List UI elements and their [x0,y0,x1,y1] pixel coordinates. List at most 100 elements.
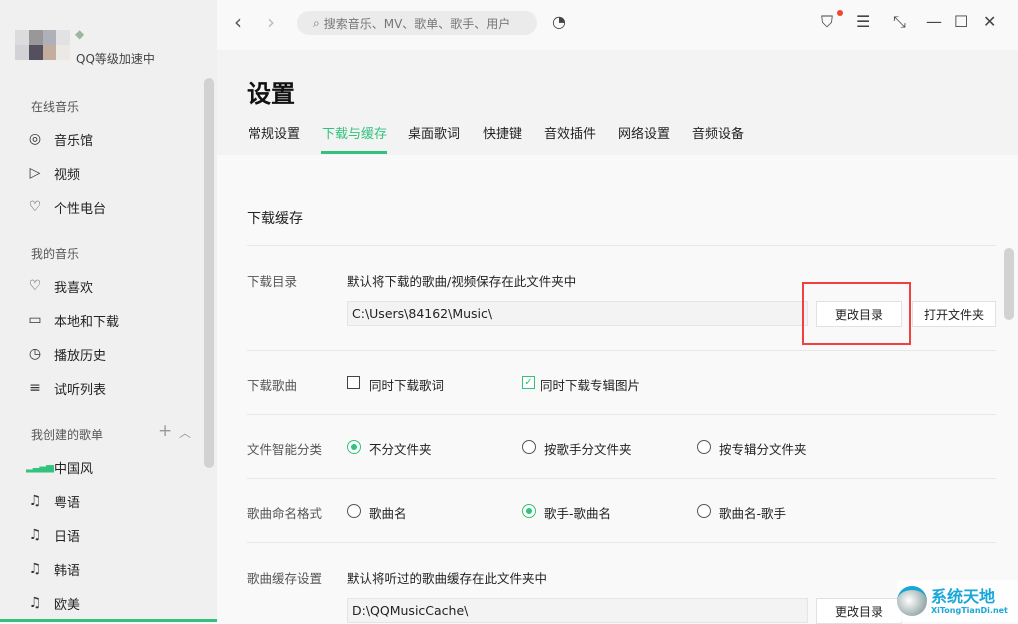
music-note-icon: ♫ [28,493,42,509]
search-placeholder: 搜索音乐、MV、歌单、歌手、用户 [323,16,511,31]
divider [247,414,996,415]
divider [247,478,996,479]
diamond-icon[interactable]: ◆ [75,27,84,41]
sidebar-item-history[interactable]: ◷ 播放历史 [26,342,106,366]
cache-dir-input[interactable]: D:\QQMusicCache\ [347,598,808,623]
tab-desktop-lyrics[interactable]: 桌面歌词 [408,123,460,142]
sidebar-item-label: 中国风 [54,461,94,477]
sidebar-item-local[interactable]: ▭ 本地和下载 [26,308,119,332]
sidebar-item-label: 粤语 [54,495,81,511]
monitor-icon: ▭ [28,312,42,328]
sidebar-item-trial-list[interactable]: ≡ 试听列表 [26,376,106,400]
naming-radio-song[interactable] [347,504,361,518]
page-title: 设置 [247,80,295,108]
close-icon[interactable]: ✕ [983,12,996,31]
classify-option: 按歌手分文件夹 [544,442,632,457]
download-dir-input[interactable]: C:\Users\84162\Music\ [347,301,808,326]
sidebar-item-playlist[interactable]: ♫ 韩语 [26,557,80,581]
classify-option: 不分文件夹 [369,442,432,457]
mini-mode-icon[interactable]: ⤡ [893,12,906,32]
classify-radio-none[interactable] [347,440,361,454]
divider [247,245,996,246]
watermark-url: XiTongTianDi.net [931,605,1008,615]
sidebar-item-label: 个性电台 [54,201,107,217]
sidebar-item-playlist[interactable]: ♫ 欧美 [26,591,80,615]
music-hall-icon: ◎ [28,131,42,147]
tab-audio-plugins[interactable]: 音效插件 [544,123,596,142]
tab-general[interactable]: 常规设置 [248,123,300,142]
sidebar-item-playlist[interactable]: ♫ 日语 [26,523,80,547]
sidebar-item-label: 播放历史 [54,348,107,364]
naming-option: 歌曲名 [369,506,407,521]
watermark: 系统天地 XiTongTianDi.net [897,580,1018,622]
minimize-icon[interactable]: — [926,12,942,31]
forward-icon[interactable]: › [267,10,275,34]
sidebar: ◆ QQ等级加速中 在线音乐 ◎ 音乐馆 ▷ 视频 ♡ 个性电台 我的音乐 ♡ 我喜欢 … [0,0,217,622]
collapse-icon[interactable]: ︿ [179,424,191,441]
menu-icon[interactable]: ☰ [856,12,870,31]
back-icon[interactable]: ‹ [234,10,242,34]
tab-download-cache[interactable]: 下载与缓存 [322,123,387,142]
cache-change-dir-button[interactable]: 更改目录 [816,598,902,624]
cache-label: 歌曲缓存设置 [247,571,323,586]
download-lyrics-label: 同时下载歌词 [369,378,445,393]
maximize-icon[interactable]: ☐ [954,12,968,31]
active-tab-underline [321,151,387,154]
classify-radio-artist[interactable] [522,440,536,454]
user-status: QQ等级加速中 [76,52,155,66]
divider [247,542,996,543]
download-album-art-checkbox[interactable]: ✓ [522,376,535,389]
naming-option: 歌手-歌曲名 [544,506,612,521]
watermark-name: 系统天地 [931,586,996,606]
clock-icon: ◷ [28,346,42,362]
tab-network[interactable]: 网络设置 [618,123,670,142]
download-dir-desc: 默认将下载的歌曲/视频保存在此文件夹中 [347,274,577,289]
sidebar-item-label: 我喜欢 [54,280,94,296]
sidebar-item-music-hall[interactable]: ◎ 音乐馆 [26,127,93,151]
tab-audio-device[interactable]: 音频设备 [692,123,744,142]
download-dir-label: 下载目录 [247,274,298,289]
sidebar-item-favorites[interactable]: ♡ 我喜欢 [26,274,93,298]
music-note-icon: ♫ [28,527,42,543]
music-note-icon: ♫ [28,561,42,577]
add-playlist-icon[interactable]: + [158,421,172,441]
naming-option: 歌曲名-歌手 [719,506,787,521]
search-input[interactable]: ⌕ 搜索音乐、MV、歌单、歌手、用户 [297,11,537,35]
download-lyrics-checkbox[interactable] [347,376,360,389]
section-my-music: 我的音乐 [31,247,80,261]
sidebar-item-video[interactable]: ▷ 视频 [26,161,80,185]
video-icon: ▷ [29,165,41,181]
open-folder-button[interactable]: 打开文件夹 [912,301,996,327]
download-album-art-label: 同时下载专辑图片 [540,378,641,393]
notification-dot [837,10,843,16]
smart-classify-label: 文件智能分类 [247,442,323,457]
tab-shortcuts[interactable]: 快捷键 [483,123,522,142]
sidebar-item-label: 音乐馆 [54,133,94,149]
sidebar-item-label: 韩语 [54,563,81,579]
classify-radio-album[interactable] [697,440,711,454]
sidebar-scrollbar[interactable] [204,78,214,468]
skin-icon[interactable]: ⛉ [821,12,833,32]
playlist-icon: ≡ [29,380,41,396]
naming-radio-artist-song[interactable] [522,504,536,518]
cache-desc: 默认将听过的歌曲缓存在此文件夹中 [347,571,548,586]
naming-radio-song-artist[interactable] [697,504,711,518]
highlight-box [802,282,911,345]
naming-label: 歌曲命名格式 [247,506,323,521]
sidebar-item-playlist[interactable]: ♫ 粤语 [26,489,80,513]
listen-recognition-icon[interactable]: ◔ [552,12,566,31]
sidebar-item-label: 试听列表 [54,382,107,398]
search-icon: ⌕ [313,15,320,30]
content-scrollbar[interactable] [1004,248,1014,320]
sidebar-item-radio[interactable]: ♡ 个性电台 [26,195,106,219]
watermark-logo-icon [897,586,927,616]
radio-heart-icon: ♡ [28,199,42,215]
section-title: 下载缓存 [247,211,303,227]
classify-option: 按专辑分文件夹 [719,442,807,457]
heart-icon: ♡ [28,278,42,294]
avatar[interactable] [15,30,70,60]
sidebar-item-playlist[interactable]: ▂▃▄▅ 中国风 [26,455,93,479]
music-note-icon: ♫ [28,595,42,611]
sidebar-item-label: 日语 [54,529,81,545]
section-online-music: 在线音乐 [31,100,80,114]
